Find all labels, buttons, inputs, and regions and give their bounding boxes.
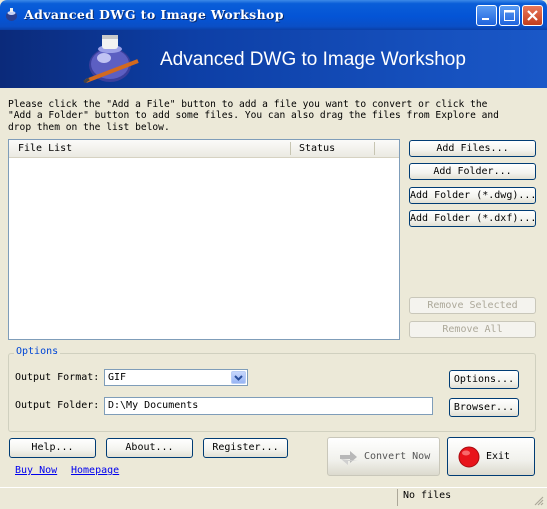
status-separator [397,489,398,506]
output-format-select[interactable]: GIF [104,369,248,386]
add-folder-dxf-button[interactable]: Add Folder (*.dxf)... [409,210,536,227]
minimize-icon [482,18,489,20]
close-icon [527,10,538,21]
column-separator[interactable] [290,142,291,155]
status-bar [0,487,547,508]
minimize-button[interactable] [476,5,497,26]
column-header-file-list[interactable]: File List [18,140,72,157]
options-legend: Options [14,346,61,357]
stop-icon [458,446,480,468]
file-list-header: File List Status [9,140,399,158]
remove-all-button[interactable]: Remove All [409,321,536,338]
about-button[interactable]: About... [106,438,193,458]
output-format-label: Output Format: [15,372,100,383]
add-files-button[interactable]: Add Files... [409,140,536,157]
resize-grip-icon[interactable] [532,494,544,506]
add-folder-button[interactable]: Add Folder... [409,163,536,180]
convert-now-label: Convert Now [364,451,431,462]
instructions-text: Please click the "Add a File" button to … [8,99,499,133]
convert-arrows-icon [340,451,358,465]
convert-now-button[interactable]: Convert Now [327,437,440,476]
app-icon[interactable] [4,7,19,22]
add-folder-dwg-button[interactable]: Add Folder (*.dwg)... [409,187,536,204]
exit-label: Exit [486,451,511,462]
output-format-value: GIF [108,372,127,383]
maximize-button[interactable] [499,5,520,26]
maximize-icon [504,10,515,21]
window-title: Advanced DWG to Image Workshop [24,7,284,22]
exit-button[interactable]: Exit [447,437,535,476]
buy-now-link[interactable]: Buy Now [15,465,57,476]
output-folder-label: Output Folder: [15,400,100,411]
help-button[interactable]: Help... [9,438,96,458]
remove-selected-button[interactable]: Remove Selected [409,297,536,314]
output-folder-input[interactable]: D:\My Documents [104,397,433,415]
close-button[interactable] [522,5,543,26]
register-button[interactable]: Register... [203,438,288,458]
homepage-link[interactable]: Homepage [71,465,119,476]
file-list[interactable] [8,139,400,340]
column-separator[interactable] [374,142,375,155]
options-group [8,353,536,432]
banner-title: Advanced DWG to Image Workshop [160,49,466,70]
chevron-down-icon[interactable] [231,371,246,384]
status-text: No files [403,490,452,501]
inkpot-pen-icon [80,31,144,87]
browse-button[interactable]: Browser... [449,398,519,417]
options-button[interactable]: Options... [449,370,519,389]
column-header-status[interactable]: Status [299,140,335,157]
